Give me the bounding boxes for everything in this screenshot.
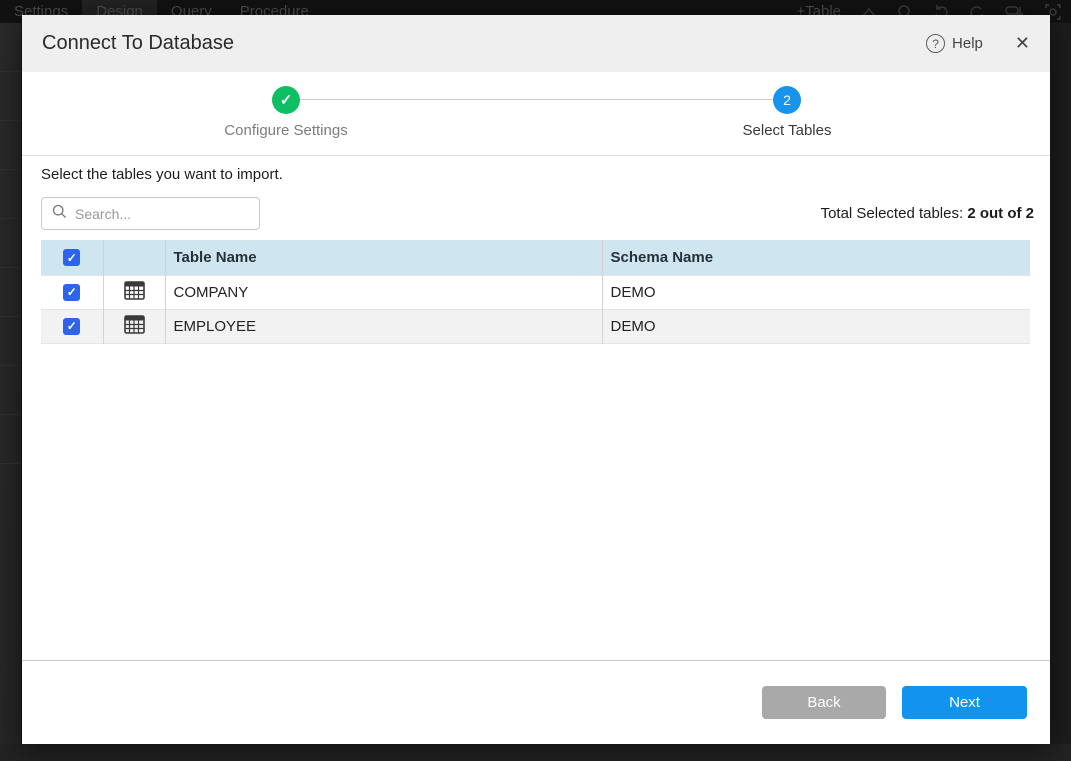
icon-column-header [103,240,165,275]
row-checkbox[interactable]: ✓ [63,318,80,335]
footer-divider [22,660,1050,661]
dialog-header: Connect To Database ? Help ✕ [22,15,1050,72]
next-button[interactable]: Next [902,686,1027,719]
selected-tables-summary: Total Selected tables: 2 out of 2 [821,205,1034,222]
row-checkbox[interactable]: ✓ [63,284,80,301]
search-input[interactable] [75,206,249,222]
step-label: Configure Settings [176,122,396,139]
schema-name-cell: DEMO [602,309,1030,343]
summary-value: 2 out of 2 [967,205,1034,222]
table-name-cell: COMPANY [165,275,602,309]
table-header-row: ✓ Table Name Schema Name [41,240,1030,275]
step-configure-settings: ✓ Configure Settings [176,86,396,139]
connect-to-database-dialog: Connect To Database ? Help ✕ ✓ Configure… [22,15,1050,744]
table-row[interactable]: ✓ COMPANY DEMO [41,275,1030,309]
background-canvas [0,744,1071,761]
step-label: Select Tables [677,122,897,139]
search-icon [52,204,67,224]
schema-name-cell: DEMO [602,275,1030,309]
back-button[interactable]: Back [762,686,886,719]
column-header-table-name: Table Name [165,240,602,275]
step-number-badge: 2 [773,86,801,114]
table-grid-icon [124,281,145,304]
stepper: ✓ Configure Settings 2 Select Tables [22,72,1050,156]
table-row[interactable]: ✓ EMPLOYEE DEMO [41,309,1030,343]
instruction-text: Select the tables you want to import. [41,166,283,183]
column-header-schema-name: Schema Name [602,240,1030,275]
close-icon[interactable]: ✕ [1015,33,1030,54]
help-icon: ? [926,34,945,53]
dialog-title: Connect To Database [42,32,234,55]
search-box [41,197,260,230]
help-button[interactable]: ? Help [926,34,983,53]
select-all-checkbox[interactable]: ✓ [63,249,80,266]
table-name-cell: EMPLOYEE [165,309,602,343]
step-complete-check-icon: ✓ [272,86,300,114]
table-grid-icon [124,315,145,338]
tables-list: ✓ Table Name Schema Name ✓ COMPANY DEMO … [41,240,1030,344]
step-select-tables: 2 Select Tables [677,86,897,139]
summary-label: Total Selected tables: [821,205,964,222]
help-label: Help [952,35,983,52]
background-sidebar [0,23,22,761]
